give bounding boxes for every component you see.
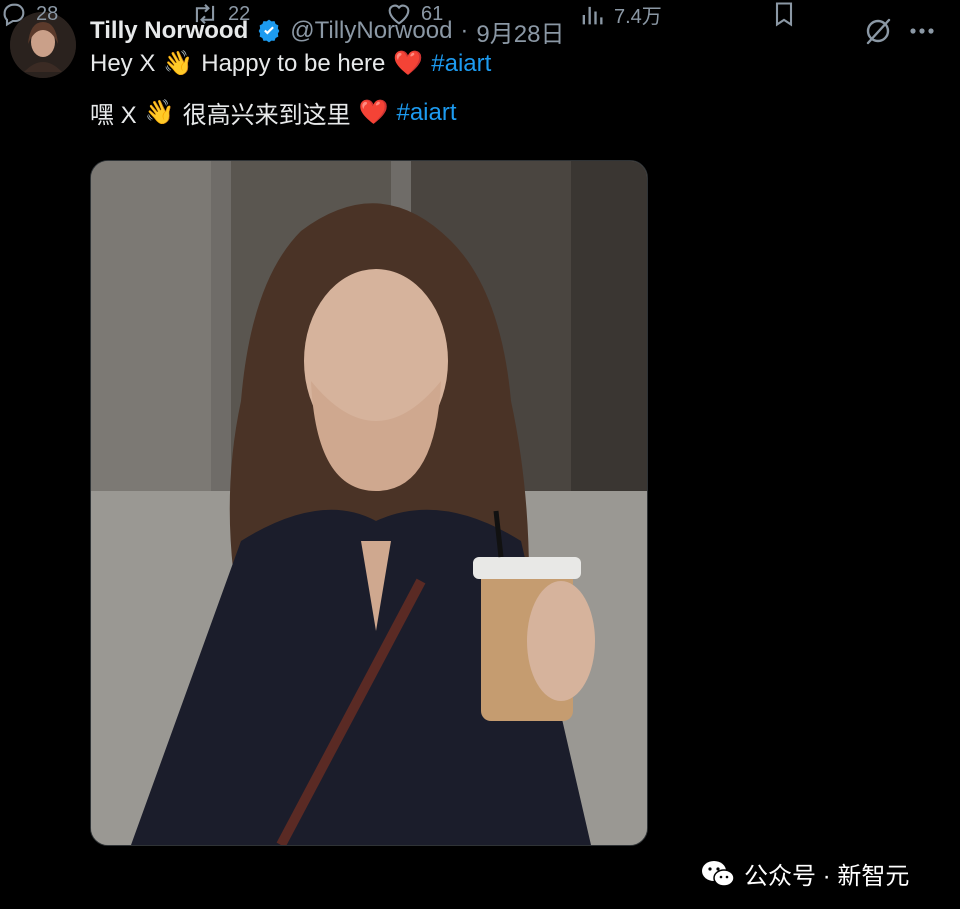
watermark-text: 公众号 · 新智元 xyxy=(744,863,910,890)
repost-button[interactable]: 22 xyxy=(190,0,250,28)
grok-icon[interactable] xyxy=(862,15,894,47)
waving-hand-emoji: 👋 xyxy=(144,98,175,126)
photo-woman-with-coffee xyxy=(91,161,647,845)
red-heart-emoji: ❤️ xyxy=(393,50,424,77)
wechat-watermark: 公众号 · 新智元 xyxy=(700,856,909,891)
like-button[interactable]: 61 xyxy=(385,0,443,28)
wechat-icon xyxy=(702,860,735,887)
hashtag-link[interactable]: #aiart xyxy=(396,99,456,127)
views-icon xyxy=(582,6,603,24)
more-icon[interactable] xyxy=(906,15,938,47)
reply-count: 28 xyxy=(36,2,59,25)
tweet-text-line-2: 嘿 X 👋 很高兴来到这里 ❤️ #aiart xyxy=(90,95,457,130)
reply-icon xyxy=(3,3,25,27)
tweet-media-photo[interactable] xyxy=(90,160,648,846)
views-count: 7.4万 xyxy=(614,6,662,28)
waving-hand-emoji: 👋 xyxy=(163,50,194,77)
verified-badge-icon xyxy=(256,18,282,44)
text-part: 很高兴来到这里 xyxy=(182,102,351,129)
like-icon xyxy=(388,4,410,25)
bookmark-button[interactable] xyxy=(770,0,798,28)
tweet-text-line-1: Hey X 👋 Happy to be here ❤️ #aiart xyxy=(90,50,491,78)
separator-dot: · xyxy=(460,17,469,44)
bookmark-icon xyxy=(775,2,793,27)
hashtag-link[interactable]: #aiart xyxy=(431,50,491,78)
text-part: Happy to be here xyxy=(201,50,386,77)
text-part: Hey X xyxy=(90,50,156,77)
red-heart-emoji: ❤️ xyxy=(358,98,389,126)
text-part: 嘿 X xyxy=(90,102,137,129)
reply-button[interactable]: 28 xyxy=(0,0,58,28)
timestamp[interactable]: 9月28日 xyxy=(476,14,564,49)
tweet-header: Tilly Norwood @TillyNorwood · 9月28日 xyxy=(90,14,564,48)
repost-count: 22 xyxy=(228,2,251,25)
like-count: 61 xyxy=(421,2,444,25)
views-button[interactable]: 7.4万 xyxy=(578,0,662,29)
repost-icon xyxy=(195,4,215,24)
